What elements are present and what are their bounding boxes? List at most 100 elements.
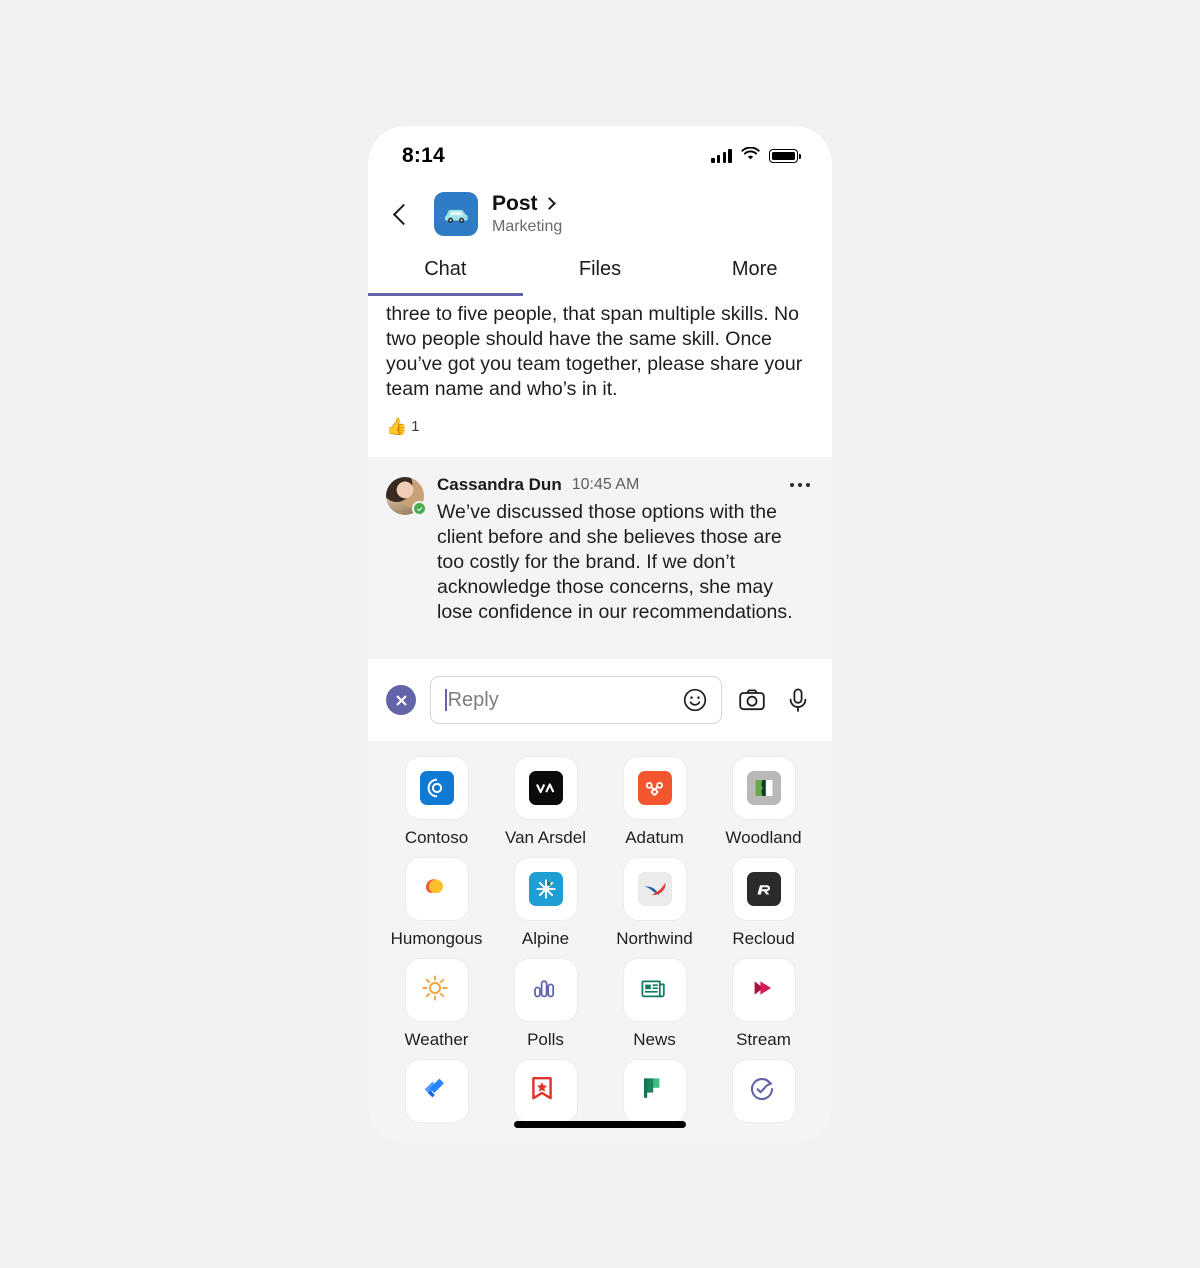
woodland-app-icon <box>746 771 781 805</box>
back-button[interactable] <box>386 194 420 234</box>
reply-input[interactable]: Reply <box>430 676 722 724</box>
polls-bars-icon <box>529 973 563 1007</box>
status-icons <box>711 146 802 166</box>
app-label: Van Arsdel <box>505 828 586 847</box>
more-options-icon[interactable] <box>786 479 814 491</box>
app-item-recloud[interactable]: Recloud <box>709 858 818 949</box>
app-tile <box>623 1060 686 1122</box>
app-label: Woodland <box>725 828 802 847</box>
screenshot-stage: 8:14 Post Marketing Chat Files More thre… <box>0 0 1200 1268</box>
app-label: Stream <box>736 1030 791 1049</box>
app-item-jira[interactable] <box>382 1060 491 1131</box>
page-title: Post <box>492 192 538 215</box>
header-subtitle: Marketing <box>492 218 563 235</box>
app-tile <box>623 858 686 920</box>
app-tile <box>732 959 795 1021</box>
updates-refresh-check-icon <box>747 1074 781 1108</box>
app-item-adatum[interactable]: Adatum <box>600 757 709 848</box>
app-label: Polls <box>527 1030 564 1049</box>
emoji-smiley-icon[interactable] <box>679 684 711 716</box>
northwind-app-icon <box>637 872 672 906</box>
tab-chat[interactable]: Chat <box>368 252 523 296</box>
app-item-polls[interactable]: Polls <box>491 959 600 1050</box>
message-content: Cassandra Dun 10:45 AM We’ve discussed t… <box>437 475 814 625</box>
stream-play-icon <box>747 973 781 1007</box>
app-label: Recloud <box>732 929 795 948</box>
status-time: 8:14 <box>402 144 445 167</box>
tab-files-label: Files <box>578 258 622 280</box>
message-meta: Cassandra Dun 10:45 AM <box>437 475 814 495</box>
thumbs-up-icon: 👍 <box>386 417 408 436</box>
presence-available-icon <box>412 501 427 516</box>
app-label: Northwind <box>616 929 693 948</box>
app-item-updates[interactable] <box>709 1060 818 1131</box>
app-tile <box>514 858 577 920</box>
app-item-alpine[interactable]: Alpine <box>491 858 600 949</box>
reaction-count: 1 <box>411 418 420 435</box>
app-item-news[interactable]: News <box>600 959 709 1050</box>
phone-frame: 8:14 Post Marketing Chat Files More thre… <box>368 126 832 1142</box>
app-label: Adatum <box>625 828 684 847</box>
app-label: Humongous <box>390 929 483 948</box>
message-list[interactable]: three to five people, that span multiple… <box>368 296 832 659</box>
home-indicator <box>514 1121 686 1128</box>
app-item-van-arsdel[interactable]: Van Arsdel <box>491 757 600 848</box>
message-body: three to five people, that span multiple… <box>386 303 803 400</box>
tab-files[interactable]: Files <box>523 252 678 296</box>
app-item-humongous[interactable]: Humongous <box>382 858 491 949</box>
microphone-icon[interactable] <box>782 684 814 716</box>
app-tile <box>405 757 468 819</box>
avatar[interactable] <box>386 477 427 516</box>
cellular-bars-icon <box>711 149 732 163</box>
camera-icon[interactable] <box>736 684 768 716</box>
close-icon[interactable] <box>386 685 416 715</box>
app-picker-panel[interactable]: Contoso Van Arsdel Adatum Woodland Humon… <box>368 741 832 1142</box>
wunderlist-bookmark-icon <box>529 1074 563 1108</box>
tab-bar: Chat Files More <box>368 246 832 296</box>
app-tile <box>732 858 795 920</box>
humongous-app-icon <box>420 872 454 906</box>
message-timestamp: 10:45 AM <box>571 476 640 493</box>
app-tile <box>623 959 686 1021</box>
app-item-northwind[interactable]: Northwind <box>600 858 709 949</box>
app-item-woodland[interactable]: Woodland <box>709 757 818 848</box>
app-tile <box>623 757 686 819</box>
app-label: Weather <box>404 1030 469 1049</box>
message-item-cassandra[interactable]: Cassandra Dun 10:45 AM We’ve discussed t… <box>368 457 832 659</box>
message-item-scrolled[interactable]: three to five people, that span multiple… <box>368 296 832 457</box>
wifi-icon <box>741 146 760 166</box>
app-tile <box>514 1060 577 1122</box>
tab-more-label: More <box>731 258 778 280</box>
header-title-row[interactable]: Post <box>492 192 562 216</box>
alpine-app-icon <box>528 872 563 906</box>
status-bar: 8:14 <box>368 126 832 178</box>
app-label: News <box>633 1030 676 1049</box>
app-tile <box>405 1060 468 1122</box>
tab-more[interactable]: More <box>677 252 832 296</box>
planner-flag-icon <box>638 1074 672 1108</box>
battery-full-icon <box>769 149 802 163</box>
app-tile <box>514 757 577 819</box>
app-item-weather[interactable]: Weather <box>382 959 491 1050</box>
chevron-right-icon <box>542 197 556 210</box>
contoso-app-icon <box>419 771 454 805</box>
car-app-icon <box>434 192 478 236</box>
adatum-app-icon <box>637 771 672 805</box>
header-texts: Post Marketing <box>492 192 562 236</box>
tab-chat-label: Chat <box>424 258 467 280</box>
app-tile <box>732 757 795 819</box>
reaction-pill[interactable]: 👍 1 <box>386 418 420 435</box>
reply-placeholder: Reply <box>447 688 499 711</box>
jira-app-icon <box>420 1074 454 1108</box>
news-paper-icon <box>638 973 672 1007</box>
app-item-stream[interactable]: Stream <box>709 959 818 1050</box>
text-cursor <box>445 689 447 711</box>
app-grid: Contoso Van Arsdel Adatum Woodland Humon… <box>368 757 832 1131</box>
chevron-left-icon <box>392 203 414 225</box>
van-arsdel-app-icon <box>528 771 563 805</box>
app-item-contoso[interactable]: Contoso <box>382 757 491 848</box>
message-sender: Cassandra Dun <box>437 475 562 494</box>
message-body: We’ve discussed those options with the c… <box>437 501 793 623</box>
app-tile <box>405 959 468 1021</box>
reply-bar: Reply <box>368 659 832 741</box>
